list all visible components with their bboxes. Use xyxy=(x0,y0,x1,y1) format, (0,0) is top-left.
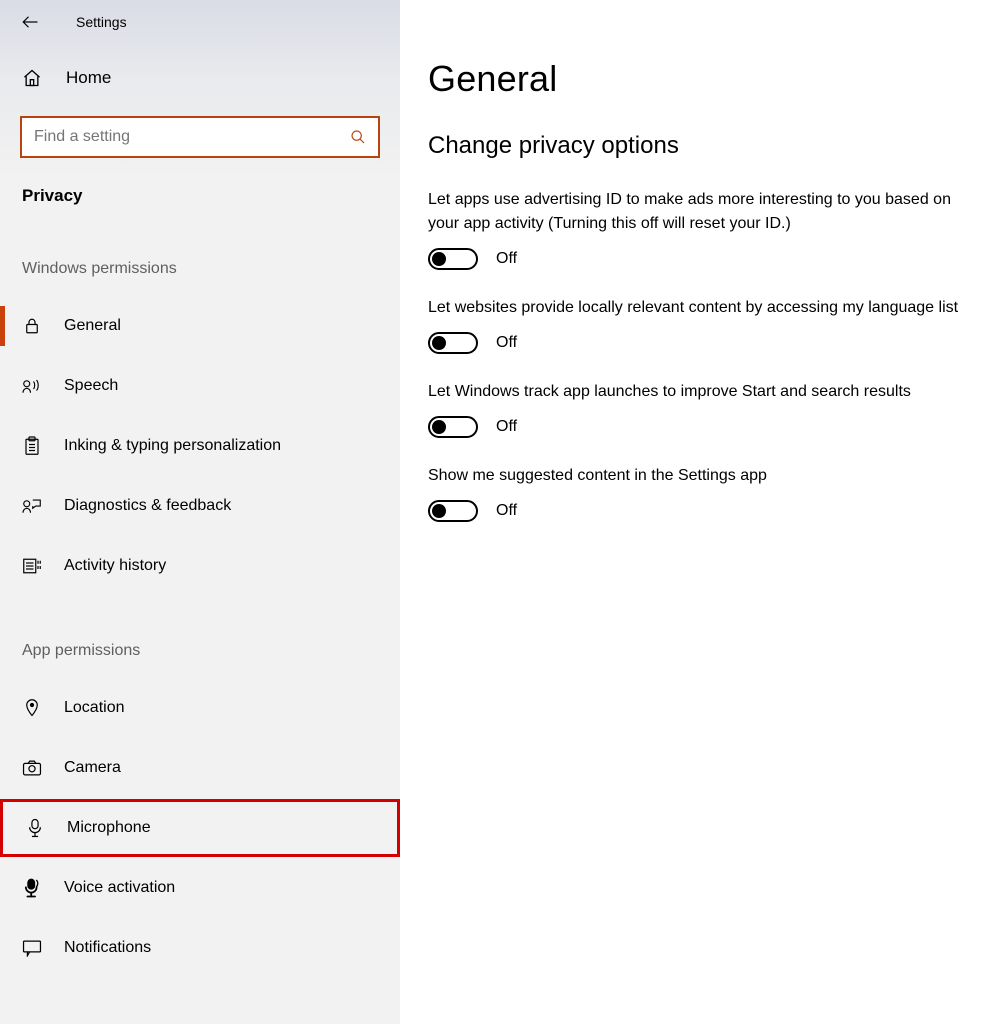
clipboard-icon xyxy=(22,436,42,456)
sidebar-item-speech[interactable]: Speech xyxy=(0,356,400,416)
toggle-state-label: Off xyxy=(496,250,517,268)
toggle-state-label: Off xyxy=(496,418,517,436)
sidebar-item-general[interactable]: General xyxy=(0,296,400,356)
header: Settings xyxy=(0,12,400,50)
sidebar-item-label: Notifications xyxy=(64,939,151,957)
toggle-suggested-content[interactable] xyxy=(428,500,478,522)
activity-icon xyxy=(22,556,42,576)
toggle-state-label: Off xyxy=(496,502,517,520)
setting-advertising-id: Let apps use advertising ID to make ads … xyxy=(428,188,971,270)
toggle-advertising-id[interactable] xyxy=(428,248,478,270)
setting-desc: Show me suggested content in the Setting… xyxy=(428,464,971,488)
sidebar-item-label: Inking & typing personalization xyxy=(64,437,281,455)
camera-icon xyxy=(22,758,42,778)
toggle-language-list[interactable] xyxy=(428,332,478,354)
setting-desc: Let Windows track app launches to improv… xyxy=(428,380,971,404)
home-icon xyxy=(22,68,42,88)
feedback-icon xyxy=(22,496,42,516)
sidebar-item-label: Voice activation xyxy=(64,879,175,897)
lock-icon xyxy=(22,316,42,336)
location-icon xyxy=(22,698,42,718)
setting-suggested-content: Show me suggested content in the Setting… xyxy=(428,464,971,522)
voice-activation-icon xyxy=(22,878,42,898)
setting-app-launches: Let Windows track app launches to improv… xyxy=(428,380,971,438)
sidebar-item-label: Camera xyxy=(64,759,121,777)
search-icon xyxy=(350,128,368,146)
page-title: General xyxy=(428,58,971,100)
toggle-app-launches[interactable] xyxy=(428,416,478,438)
toggle-state-label: Off xyxy=(496,334,517,352)
page-subhead: Change privacy options xyxy=(428,132,971,160)
sidebar-item-voice-activation[interactable]: Voice activation xyxy=(0,858,400,918)
search-input[interactable] xyxy=(34,128,350,146)
section-privacy-label: Privacy xyxy=(0,162,400,214)
sidebar-item-inking[interactable]: Inking & typing personalization xyxy=(0,416,400,476)
setting-desc: Let websites provide locally relevant co… xyxy=(428,296,971,320)
setting-desc: Let apps use advertising ID to make ads … xyxy=(428,188,971,236)
notifications-icon xyxy=(22,938,42,958)
sidebar-item-camera[interactable]: Camera xyxy=(0,738,400,798)
sidebar-item-label: Activity history xyxy=(64,557,166,575)
sidebar-item-label: Diagnostics & feedback xyxy=(64,497,231,515)
sidebar-item-label: Speech xyxy=(64,377,118,395)
sidebar: Settings Home Privacy Windows permission… xyxy=(0,0,400,1024)
search-input-wrap[interactable] xyxy=(20,116,380,158)
setting-language-list: Let websites provide locally relevant co… xyxy=(428,296,971,354)
main-content: General Change privacy options Let apps … xyxy=(400,0,991,1024)
sidebar-item-location[interactable]: Location xyxy=(0,678,400,738)
window-title: Settings xyxy=(76,14,127,30)
sidebar-item-notifications[interactable]: Notifications xyxy=(0,918,400,978)
sidebar-item-label: Microphone xyxy=(67,819,151,837)
sidebar-item-microphone[interactable]: Microphone xyxy=(0,799,400,857)
sidebar-item-label: Home xyxy=(66,68,111,88)
sidebar-item-diagnostics[interactable]: Diagnostics & feedback xyxy=(0,476,400,536)
microphone-icon xyxy=(25,818,45,838)
sidebar-item-label: General xyxy=(64,317,121,335)
sidebar-item-home[interactable]: Home xyxy=(0,50,400,106)
speech-icon xyxy=(22,376,42,396)
sidebar-item-label: Location xyxy=(64,699,125,717)
group-app-permissions: App permissions xyxy=(0,596,400,678)
sidebar-item-activity[interactable]: Activity history xyxy=(0,536,400,596)
group-windows-permissions: Windows permissions xyxy=(0,214,400,296)
back-icon[interactable] xyxy=(20,12,40,32)
